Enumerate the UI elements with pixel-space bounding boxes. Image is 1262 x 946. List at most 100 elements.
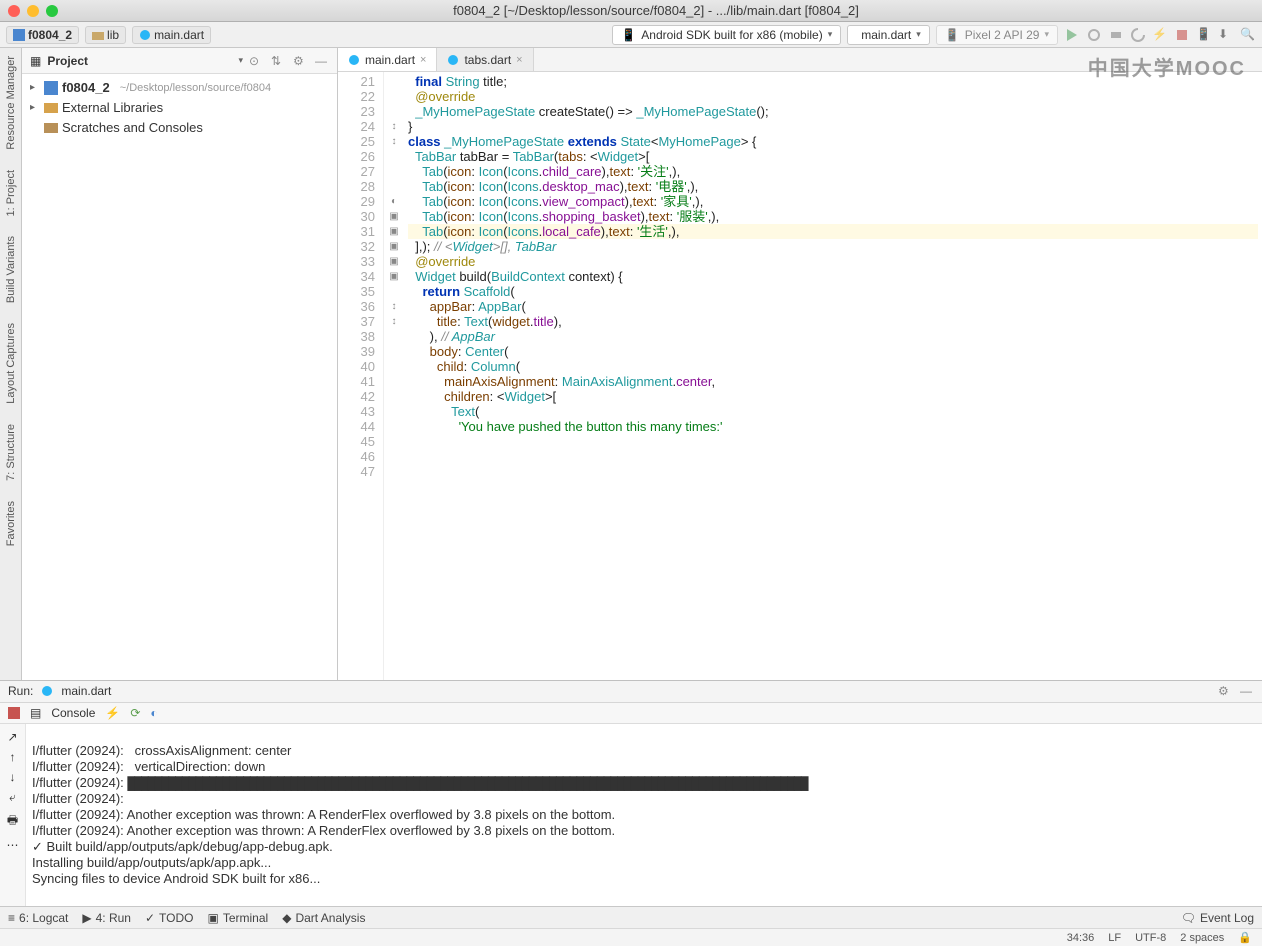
- attach-icon[interactable]: ↗: [7, 730, 17, 744]
- chevron-right-icon[interactable]: ▸: [30, 78, 40, 98]
- search-button[interactable]: 🔍: [1240, 27, 1256, 43]
- chevron-down-icon: ▾: [1044, 29, 1049, 40]
- breadcrumb-project[interactable]: f0804_2: [6, 26, 79, 44]
- log-line: I/flutter (20924): Another exception was…: [32, 823, 615, 838]
- sdk-button[interactable]: ⬇: [1218, 27, 1234, 43]
- print-icon[interactable]: 🖶: [7, 811, 18, 832]
- phone-icon: 📱: [945, 28, 960, 42]
- cursor-position[interactable]: 34:36: [1067, 932, 1095, 944]
- run-config-name: main.dart: [61, 684, 111, 698]
- minimize-icon[interactable]: —: [315, 54, 329, 68]
- log-line: I/flutter (20924): Another exception was…: [32, 807, 615, 822]
- minimize-window-button[interactable]: [27, 5, 39, 17]
- chevron-down-icon[interactable]: ▾: [238, 55, 243, 66]
- window-controls: [8, 5, 58, 17]
- run-button[interactable]: [1064, 27, 1080, 43]
- log-line: I/flutter (20924): crossAxisAlignment: c…: [32, 743, 291, 758]
- chevron-down-icon: ▾: [916, 29, 921, 40]
- tab-dart-analysis[interactable]: ◆Dart Analysis: [282, 911, 365, 925]
- dart-icon: ◆: [282, 911, 291, 925]
- attach-button[interactable]: ⚡: [1152, 27, 1168, 43]
- emulator-selector[interactable]: 📱 Pixel 2 API 29 ▾: [936, 25, 1058, 45]
- log-line: Syncing files to device Android SDK buil…: [32, 871, 320, 886]
- tab-main-dart[interactable]: main.dart ×: [338, 48, 437, 71]
- rail-layout-captures[interactable]: Layout Captures: [5, 319, 17, 408]
- run-config-label: main.dart: [861, 28, 911, 42]
- run-config-selector[interactable]: main.dart ▾: [847, 25, 930, 45]
- down-icon[interactable]: ↓: [10, 770, 16, 784]
- device-label: Android SDK built for x86 (mobile): [641, 28, 822, 42]
- hot-reload-icon[interactable]: ⚡: [105, 706, 120, 720]
- tab-label: tabs.dart: [464, 53, 511, 67]
- more-icon[interactable]: ⋯: [7, 838, 19, 852]
- status-bar: 34:36 LF UTF-8 2 spaces 🔒: [0, 928, 1262, 946]
- rail-project[interactable]: 1: Project: [5, 166, 17, 220]
- console-tab[interactable]: Console: [51, 706, 95, 720]
- lock-icon[interactable]: 🔒: [1238, 931, 1252, 944]
- expand-icon[interactable]: ⇅: [271, 54, 285, 68]
- stop-button[interactable]: [8, 707, 20, 719]
- todo-icon: ✓: [145, 911, 155, 925]
- tab-run[interactable]: ▶4: Run: [82, 911, 131, 925]
- avd-button[interactable]: 📱: [1196, 27, 1212, 43]
- gear-icon[interactable]: ⚙: [293, 54, 307, 68]
- log-line: Installing build/app/outputs/apk/app.apk…: [32, 855, 271, 870]
- indent-setting[interactable]: 2 spaces: [1180, 932, 1224, 944]
- zoom-window-button[interactable]: [46, 5, 58, 17]
- line-separator[interactable]: LF: [1108, 932, 1121, 944]
- log-line: I/flutter (20924): verticalDirection: do…: [32, 759, 265, 774]
- target-icon[interactable]: ⊙: [249, 54, 263, 68]
- tab-todo[interactable]: ✓TODO: [145, 911, 194, 925]
- editor-area: main.dart × tabs.dart × 2122232425262728…: [338, 48, 1262, 680]
- project-tree[interactable]: ▸ f0804_2 ~/Desktop/lesson/source/f0804 …: [22, 74, 337, 142]
- console-output[interactable]: I/flutter (20924): crossAxisAlignment: c…: [26, 724, 1262, 906]
- project-pane-title[interactable]: Project: [47, 54, 232, 68]
- run-icon: ▶: [82, 911, 91, 925]
- tree-root-label: f0804_2: [62, 78, 110, 98]
- file-encoding[interactable]: UTF-8: [1135, 932, 1166, 944]
- run-panel: Run: main.dart ⚙ — ▤ Console ⚡ ⟳ ◐ ↗ ↑ ↓…: [0, 680, 1262, 906]
- tab-event-log[interactable]: 🗨Event Log: [1181, 911, 1254, 925]
- tree-scratches[interactable]: ▸ Scratches and Consoles: [24, 118, 335, 138]
- rail-build-variants[interactable]: Build Variants: [5, 232, 17, 307]
- run-label: Run:: [8, 684, 33, 698]
- window-title: f0804_2 [~/Desktop/lesson/source/f0804_2…: [58, 3, 1254, 18]
- code-body[interactable]: final String title; @override _MyHomePag…: [404, 72, 1262, 680]
- tab-terminal[interactable]: ▣Terminal: [208, 911, 269, 925]
- tab-logcat[interactable]: ≡6: Logcat: [8, 911, 68, 925]
- project-icon: [44, 81, 58, 95]
- gear-icon[interactable]: ⚙: [1218, 684, 1232, 698]
- minimize-icon[interactable]: —: [1240, 684, 1254, 698]
- tree-external-label: External Libraries: [62, 98, 163, 118]
- phone-icon: 📱: [621, 28, 636, 42]
- debug-button[interactable]: [1086, 27, 1102, 43]
- project-mode-icon: ▦: [30, 54, 41, 68]
- breadcrumb-file[interactable]: main.dart: [132, 26, 211, 44]
- close-window-button[interactable]: [8, 5, 20, 17]
- restart-icon[interactable]: ⟳: [130, 706, 140, 720]
- dart-file-icon: [41, 685, 53, 697]
- emulator-label: Pixel 2 API 29: [965, 28, 1040, 42]
- wrap-icon[interactable]: ⤶: [9, 790, 16, 805]
- stop-button[interactable]: [1174, 27, 1190, 43]
- close-icon[interactable]: ×: [516, 54, 522, 66]
- code-editor[interactable]: 2122232425262728293031323334353637383940…: [338, 72, 1262, 680]
- breadcrumb-folder[interactable]: lib: [85, 26, 126, 44]
- rail-structure[interactable]: 7: Structure: [5, 420, 17, 485]
- profile-button[interactable]: [1108, 27, 1124, 43]
- open-devtools-icon[interactable]: ◐: [150, 706, 157, 720]
- tab-tabs-dart[interactable]: tabs.dart ×: [437, 48, 533, 71]
- rail-favorites[interactable]: Favorites: [5, 497, 17, 550]
- tree-external-libs[interactable]: ▸ External Libraries: [24, 98, 335, 118]
- rail-resource-manager[interactable]: Resource Manager: [5, 52, 17, 154]
- tree-root[interactable]: ▸ f0804_2 ~/Desktop/lesson/source/f0804: [24, 78, 335, 98]
- device-selector[interactable]: 📱 Android SDK built for x86 (mobile) ▾: [612, 25, 841, 45]
- close-icon[interactable]: ×: [420, 54, 426, 66]
- up-icon[interactable]: ↑: [10, 750, 16, 764]
- hot-reload-button[interactable]: [1130, 27, 1146, 43]
- chevron-right-icon[interactable]: ▸: [30, 98, 40, 118]
- console-rail: ↗ ↑ ↓ ⤶ 🖶 ⋯: [0, 724, 26, 906]
- tab-label: main.dart: [365, 53, 415, 67]
- tree-root-hint: ~/Desktop/lesson/source/f0804: [120, 78, 271, 98]
- project-icon: [13, 29, 25, 41]
